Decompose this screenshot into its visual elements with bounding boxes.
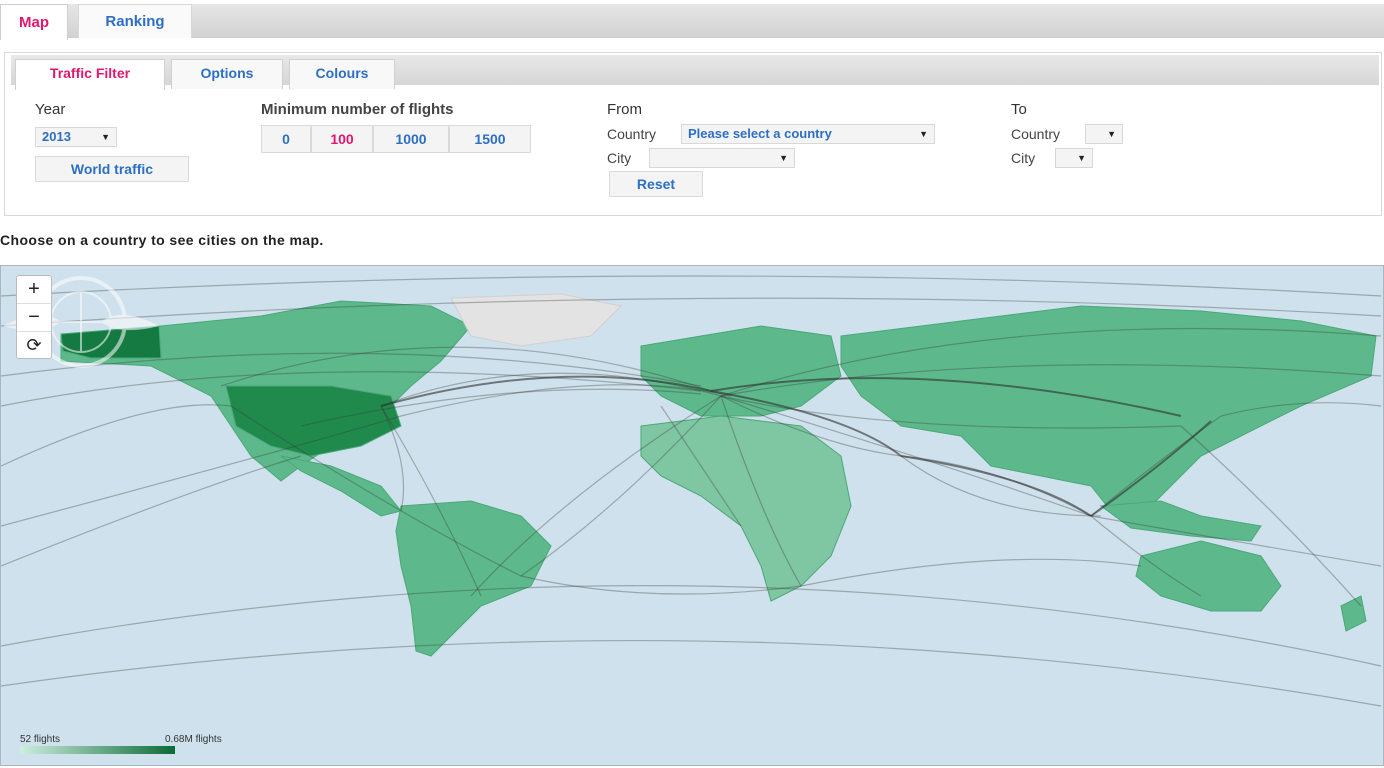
route <box>1 404 232 467</box>
year-select[interactable]: 2013 ▼ <box>35 127 117 147</box>
min-flights-option-0[interactable]: 0 <box>261 125 311 153</box>
chevron-down-icon: ▼ <box>919 129 928 139</box>
africa-land <box>640 415 852 602</box>
route <box>1 275 1382 297</box>
legend-color-scale <box>20 746 175 754</box>
top-tab-strip <box>0 4 1384 38</box>
world-map[interactable] <box>0 265 1384 766</box>
map-canvas[interactable] <box>1 266 1384 766</box>
chevron-down-icon: ▼ <box>779 153 788 163</box>
year-value: 2013 <box>42 129 71 144</box>
asia-land <box>840 305 1377 512</box>
to-country-select[interactable]: ▼ <box>1085 124 1123 144</box>
central-america-land <box>280 455 402 517</box>
from-label: From <box>607 101 642 118</box>
chevron-down-icon: ▼ <box>101 132 110 142</box>
zoom-out-button[interactable]: − <box>17 304 51 332</box>
zoom-controls: + − ⟳ <box>16 275 52 359</box>
tab-colours[interactable]: Colours <box>289 59 395 89</box>
from-country-value: Please select a country <box>688 126 832 141</box>
from-city-select[interactable]: ▼ <box>649 148 795 168</box>
southeast-asia-land <box>1099 500 1262 542</box>
route <box>1 639 1382 707</box>
route <box>520 575 802 595</box>
zoom-in-button[interactable]: + <box>17 276 51 304</box>
min-flights-option-1000[interactable]: 1000 <box>373 125 449 153</box>
from-city-label: City <box>607 150 632 166</box>
chevron-down-icon: ▼ <box>1077 153 1086 163</box>
legend-min-label: 52 flights <box>20 734 61 745</box>
reset-view-icon[interactable]: ⟳ <box>17 332 51 360</box>
to-label: To <box>1011 101 1027 118</box>
min-flights-option-1500[interactable]: 1500 <box>449 125 531 153</box>
reset-button[interactable]: Reset <box>609 171 703 197</box>
year-label: Year <box>35 101 66 118</box>
tab-traffic-filter[interactable]: Traffic Filter <box>15 59 165 90</box>
min-flights-label: Minimum number of flights <box>261 101 454 118</box>
top-tab-bar: Map Ranking <box>0 0 1384 40</box>
tab-ranking[interactable]: Ranking <box>78 4 192 38</box>
chevron-down-icon: ▼ <box>1107 129 1116 139</box>
route <box>1 455 302 567</box>
land-layer <box>60 293 1377 657</box>
to-city-select[interactable]: ▼ <box>1055 148 1093 168</box>
route <box>800 558 1142 587</box>
map-hint-text: Choose on a country to see cities on the… <box>0 232 324 248</box>
to-country-label: Country <box>1011 126 1061 142</box>
to-city-label: City <box>1011 150 1036 166</box>
from-country-select[interactable]: Please select a country ▼ <box>681 124 935 144</box>
from-country-label: Country <box>607 126 657 142</box>
australia-land <box>1135 540 1282 612</box>
world-traffic-button[interactable]: World traffic <box>35 156 189 182</box>
tab-map[interactable]: Map <box>0 4 68 40</box>
tab-options[interactable]: Options <box>171 59 283 89</box>
filter-panel: Traffic Filter Options Colours Year 2013… <box>4 52 1382 216</box>
legend-max-label: 0.68M flights <box>165 734 222 745</box>
min-flights-option-100[interactable]: 100 <box>311 125 373 153</box>
new-zealand-land <box>1340 595 1367 632</box>
